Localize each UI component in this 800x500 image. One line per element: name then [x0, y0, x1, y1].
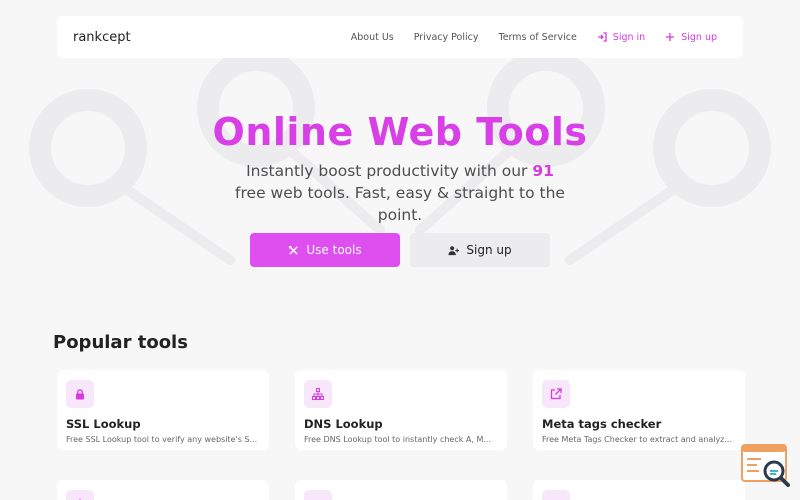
tool-description: Free Meta Tags Checker to extract and an… [542, 435, 733, 444]
tool-icon-box [66, 490, 94, 500]
hero-section: Online Web Tools Instantly boost product… [0, 108, 800, 226]
sign-in-label: Sign in [612, 31, 646, 43]
tool-card-meta-tags-checker[interactable]: Meta tags checker Free Meta Tags Checker… [533, 370, 745, 450]
tool-card-partial[interactable] [57, 480, 269, 500]
tool-icon-box [304, 490, 332, 500]
hero-buttons: Use tools Sign up [250, 233, 550, 267]
tool-icon-box [542, 490, 570, 500]
sign-up-link[interactable]: Sign up [665, 32, 717, 43]
nav-about-link[interactable]: About Us [351, 32, 394, 43]
popular-tools-title: Popular tools [53, 332, 188, 353]
tool-icon-box [304, 380, 332, 408]
hero-subtitle: Instantly boost productivity with our 91… [230, 160, 570, 226]
tools-icon [289, 245, 299, 255]
tool-name: Meta tags checker [542, 417, 662, 431]
sign-in-link[interactable]: Sign in [597, 32, 645, 43]
tool-name: SSL Lookup [66, 417, 141, 431]
nav-privacy-link[interactable]: Privacy Policy [414, 32, 479, 43]
hero-title: Online Web Tools [212, 110, 588, 154]
hero-subtitle-end: free web tools. Fast, easy & straight to… [235, 184, 565, 224]
hero-sign-up-label: Sign up [466, 243, 512, 257]
hero-sign-up-button[interactable]: Sign up [410, 233, 550, 267]
tool-description: Free SSL Lookup tool to verify any websi… [66, 435, 258, 444]
tool-card-partial[interactable] [533, 480, 745, 500]
sitemap-icon [312, 388, 324, 400]
tool-icon-box [66, 380, 94, 408]
brand-logo[interactable]: rankcept [73, 30, 131, 45]
lock-icon [76, 389, 84, 400]
corner-search-logo-icon[interactable] [741, 444, 791, 488]
plus-icon [666, 33, 675, 41]
use-tools-button[interactable]: Use tools [250, 233, 400, 267]
use-tools-label: Use tools [306, 243, 362, 257]
top-navbar: rankcept About Us Privacy Policy Terms o… [57, 16, 743, 58]
tool-count: 91 [532, 162, 554, 180]
tool-card-ssl-lookup[interactable]: SSL Lookup Free SSL Lookup tool to verif… [57, 370, 269, 450]
external-link-icon [550, 388, 562, 400]
tool-card-partial[interactable] [295, 480, 507, 500]
nav-terms-link[interactable]: Terms of Service [499, 32, 577, 43]
sign-in-icon [597, 32, 607, 42]
tool-icon-box [542, 380, 570, 408]
tool-card-dns-lookup[interactable]: DNS Lookup Free DNS Lookup tool to insta… [295, 370, 507, 450]
user-plus-icon [448, 245, 460, 255]
hero-subtitle-start: Instantly boost productivity with our [246, 162, 528, 180]
sign-up-label: Sign up [681, 31, 717, 43]
nav-links: About Us Privacy Policy Terms of Service… [351, 32, 717, 43]
tool-description: Free DNS Lookup tool to instantly check … [304, 435, 491, 444]
tool-name: DNS Lookup [304, 417, 383, 431]
